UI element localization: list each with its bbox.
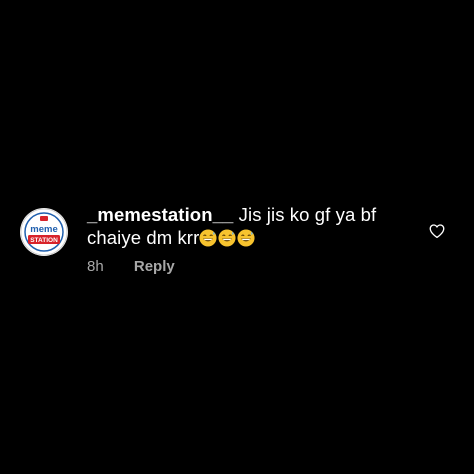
emoji-group xyxy=(199,229,256,252)
meme-station-logo: meme STATION xyxy=(20,208,68,256)
grinning-sweat-emoji-icon xyxy=(199,229,217,247)
comment-username[interactable]: _memestation__ xyxy=(87,204,233,225)
reply-button[interactable]: Reply xyxy=(134,258,175,275)
comment-body: _memestation__ Jis jis ko gf ya bf chaiy… xyxy=(87,203,407,252)
comment-meta: 8h Reply xyxy=(87,258,175,275)
comment-row: meme STATION _memestation__ Jis jis ko g… xyxy=(20,196,460,286)
comment-timestamp: 8h xyxy=(87,258,104,275)
grinning-sweat-emoji-icon xyxy=(218,229,236,247)
heart-icon[interactable] xyxy=(428,222,446,240)
logo-text-bottom: STATION xyxy=(30,237,58,244)
grinning-sweat-emoji-icon xyxy=(237,229,255,247)
avatar[interactable]: meme STATION xyxy=(20,208,68,256)
logo-text-top: meme xyxy=(30,224,57,235)
comment-text: _memestation__ Jis jis ko gf ya bf chaiy… xyxy=(87,203,407,252)
